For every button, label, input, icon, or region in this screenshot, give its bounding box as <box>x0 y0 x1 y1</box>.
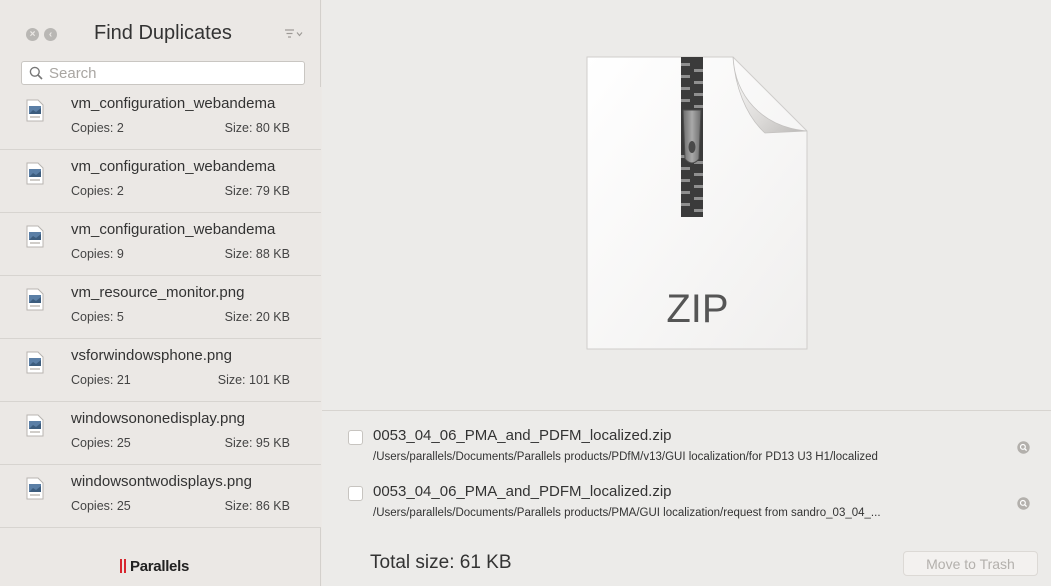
search-input[interactable] <box>49 63 299 83</box>
file-size: Size: 80 KB <box>224 121 290 135</box>
png-file-icon <box>26 288 44 311</box>
list-item[interactable]: windowsononedisplay.png Copies: 25 Size:… <box>0 402 321 465</box>
png-file-icon <box>26 414 44 437</box>
move-to-trash-button[interactable]: Move to Trash <box>903 551 1038 576</box>
file-name: vm_resource_monitor.png <box>71 284 245 301</box>
reveal-in-finder-icon[interactable] <box>1017 497 1030 510</box>
copies-count: Copies: 5 <box>71 310 124 324</box>
sort-menu-icon[interactable] <box>284 27 304 41</box>
file-type-label: ZIP <box>666 287 729 331</box>
parallels-logo-icon <box>120 559 126 573</box>
file-name: windowsononedisplay.png <box>71 410 246 427</box>
duplicate-file-name: 0053_04_06_PMA_and_PDFM_localized.zip <box>373 427 672 444</box>
close-icon[interactable]: × <box>26 28 39 41</box>
sidebar-header: × ‹ Find Duplicates <box>0 0 321 58</box>
file-name: windowsontwodisplays.png <box>71 473 252 490</box>
png-file-icon <box>26 477 44 500</box>
back-icon[interactable]: ‹ <box>44 28 57 41</box>
search-icon <box>29 66 43 80</box>
file-size: Size: 101 KB <box>217 373 290 387</box>
sidebar: × ‹ Find Duplicates vm_configuration_web… <box>0 0 321 586</box>
png-file-icon <box>26 351 44 374</box>
logo-text: Parallels <box>130 557 190 575</box>
duplicate-row[interactable]: 0053_04_06_PMA_and_PDFM_localized.zip /U… <box>348 427 1038 473</box>
copies-count: Copies: 9 <box>71 247 124 261</box>
copies-count: Copies: 25 <box>71 436 131 450</box>
search-field[interactable] <box>21 61 305 85</box>
duplicate-file-path: /Users/parallels/Documents/Parallels pro… <box>373 451 878 463</box>
png-file-icon <box>26 99 44 122</box>
list-item[interactable]: windowsontwodisplays.png Copies: 25 Size… <box>0 465 321 528</box>
list-item[interactable]: vm_configuration_webandema Copies: 2 Siz… <box>0 150 321 213</box>
main-panel: ZIP 0053_04_06_PMA_and_PDFM_localized.zi… <box>322 0 1051 586</box>
divider <box>322 410 1051 411</box>
list-item[interactable]: vm_configuration_webandema Copies: 2 Siz… <box>0 87 321 150</box>
parallels-logo: Parallels <box>120 557 189 575</box>
file-preview: ZIP <box>585 55 810 353</box>
list-item[interactable]: vsforwindowsphone.png Copies: 21 Size: 1… <box>0 339 321 402</box>
png-file-icon <box>26 225 44 248</box>
copies-count: Copies: 25 <box>71 499 131 513</box>
copies-count: Copies: 2 <box>71 121 124 135</box>
copies-count: Copies: 2 <box>71 184 124 198</box>
file-size: Size: 79 KB <box>224 184 290 198</box>
page-title: Find Duplicates <box>94 22 232 44</box>
copies-count: Copies: 21 <box>71 373 131 387</box>
file-size: Size: 20 KB <box>224 310 290 324</box>
duplicate-file-path: /Users/parallels/Documents/Parallels pro… <box>373 507 881 519</box>
list-item[interactable]: vm_configuration_webandema Copies: 9 Siz… <box>0 213 321 276</box>
file-size: Size: 95 KB <box>224 436 290 450</box>
duplicate-file-name: 0053_04_06_PMA_and_PDFM_localized.zip <box>373 483 672 500</box>
file-size: Size: 86 KB <box>224 499 290 513</box>
file-name: vsforwindowsphone.png <box>71 347 232 364</box>
file-name: vm_configuration_webandema <box>71 221 276 238</box>
reveal-in-finder-icon[interactable] <box>1017 441 1030 454</box>
file-name: vm_configuration_webandema <box>71 158 276 175</box>
duplicate-row[interactable]: 0053_04_06_PMA_and_PDFM_localized.zip /U… <box>348 483 1038 529</box>
total-size: Total size: 61 KB <box>370 552 512 573</box>
list-item[interactable]: vm_resource_monitor.png Copies: 5 Size: … <box>0 276 321 339</box>
file-name: vm_configuration_webandema <box>71 95 276 112</box>
duplicate-checkbox[interactable] <box>348 486 363 501</box>
png-file-icon <box>26 162 44 185</box>
duplicate-checkbox[interactable] <box>348 430 363 445</box>
file-size: Size: 88 KB <box>224 247 290 261</box>
